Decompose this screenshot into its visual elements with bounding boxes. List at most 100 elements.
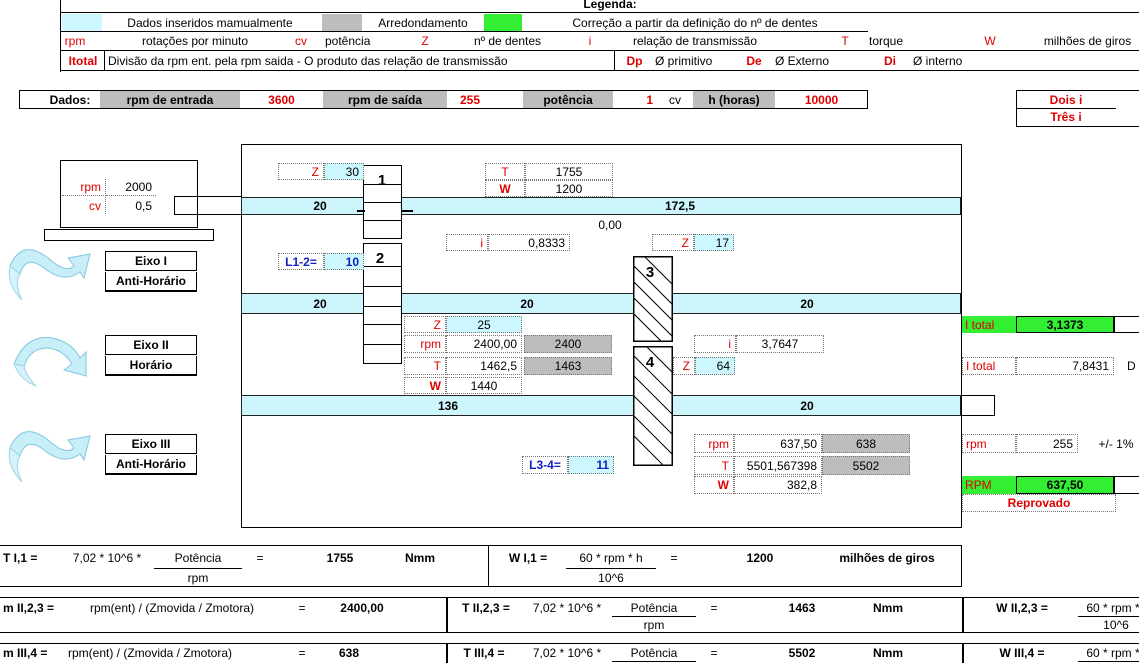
- legend-cv-desc: potência: [325, 33, 371, 48]
- option-dois-i[interactable]: Dois i: [1016, 91, 1116, 108]
- shaft-2-dim-b: 20: [520, 296, 534, 311]
- legend-manual-text: Dados inseridos mamualmente: [127, 15, 293, 30]
- formula-w11-eq: =: [670, 550, 678, 565]
- formula-t23-den: rpm: [643, 618, 665, 632]
- s1-t-label: T: [485, 163, 525, 180]
- formula-t11-const: 7,02 * 10^6 *: [72, 550, 142, 565]
- hours-label: h (horas): [693, 91, 775, 108]
- formula-n34-expr: rpm(ent) / (Zmovida / Zmotora): [67, 646, 233, 660]
- axis-1-direction: Anti-Horário: [105, 272, 197, 292]
- formula-divider: [488, 545, 489, 587]
- axis-2-name: Eixo II: [105, 335, 197, 355]
- result-rpm-label: rpm: [962, 434, 1016, 453]
- s3-rpm-label: rpm: [694, 434, 734, 453]
- formula-t34-const: 7,02 * 10^6 *: [532, 646, 602, 660]
- s3-w-value: 382,8: [734, 476, 822, 494]
- motor-cv-label: cv: [62, 197, 106, 214]
- hours-value[interactable]: 10000: [775, 91, 868, 108]
- formula-w11-val: 1200: [746, 550, 774, 565]
- s2-i-label: i: [694, 335, 736, 353]
- legend-de-sym: De: [746, 53, 762, 68]
- formula-divider: [446, 597, 448, 633]
- s3-t-rounded: 5502: [822, 456, 910, 475]
- motor-base: [44, 229, 214, 241]
- shaft-3-dim-b: 20: [800, 398, 814, 413]
- l12-label: L1-2=: [278, 253, 324, 270]
- legend-correction-text: Correção a partir da definição do nº de …: [572, 15, 818, 30]
- s1-z2-label: Z: [652, 234, 694, 251]
- legend-cv-sym: cv: [295, 33, 307, 48]
- s2-t-label: T: [404, 357, 446, 375]
- formula-divider: [962, 643, 964, 663]
- formula-t11-eq: =: [256, 550, 264, 565]
- formula-t23: T II,2,3 =: [462, 600, 510, 615]
- gear-1-key: [401, 210, 413, 212]
- itotal-1-label: I total: [962, 316, 1016, 333]
- formula-t11-val: 1755: [326, 550, 354, 565]
- shaft-1-right-dim: 172,5: [664, 199, 696, 213]
- arrow-icon-eixo-2: [13, 337, 87, 387]
- axis-2-direction: Horário: [105, 356, 197, 376]
- formula-w34-num: 60 * rpm *: [1086, 646, 1139, 660]
- itotal-2-value: 7,8431: [1016, 357, 1114, 375]
- s2-rpm-label: rpm: [404, 335, 446, 353]
- formula-w11-den: 10^6: [598, 570, 624, 585]
- formula-t11: T I,1 =: [3, 550, 38, 565]
- rpm-out-value[interactable]: 255: [447, 91, 493, 108]
- s2-t-value: 1462,5: [446, 357, 522, 375]
- formula-t11-den: rpm: [187, 570, 209, 585]
- legend-i-sym: i: [588, 33, 592, 48]
- status-badge: Reprovado: [962, 494, 1116, 512]
- formula-t23-unit: Nmm: [872, 600, 903, 615]
- motor-coupling: [174, 196, 242, 215]
- formula-t34: T III,4 =: [463, 646, 505, 660]
- legend-de-desc: Ø Externo: [775, 53, 830, 68]
- power-value[interactable]: 1: [613, 91, 657, 108]
- formula-t23-val: 1463: [788, 600, 816, 615]
- s1-z-value[interactable]: 30: [324, 163, 364, 180]
- legend-di-sym: Di: [884, 53, 896, 68]
- l34-value[interactable]: 11: [568, 456, 614, 474]
- formula-n23: m II,2,3 =: [3, 600, 55, 615]
- formula-w11-unit: milhões de giros: [839, 550, 935, 565]
- s1-w-label: W: [485, 180, 525, 197]
- legend-t-desc: torque: [869, 33, 904, 48]
- formula-n34-eq: =: [298, 646, 306, 660]
- l12-value[interactable]: 10: [324, 253, 364, 270]
- s1-z2-value[interactable]: 17: [694, 234, 734, 251]
- s2-z4-value[interactable]: 64: [695, 357, 735, 375]
- rpm-out-label: rpm de saída: [323, 91, 447, 108]
- gear-1-key: [357, 210, 365, 212]
- power-unit: cv: [669, 92, 681, 107]
- formula-t23-num: Potência: [630, 600, 678, 615]
- legend-rounding-swatch: [322, 14, 362, 31]
- s2-w-label: W: [404, 377, 446, 394]
- formula-w23-num: 60 * rpm *: [1086, 600, 1139, 615]
- motor-cv-value: 0,5: [135, 198, 152, 213]
- s3-rpm-value: 637,50: [734, 434, 822, 453]
- legend-itotal-desc: Divisão da rpm ent. pela rpm saida - O p…: [104, 51, 604, 70]
- legend-correction-swatch: [484, 14, 522, 31]
- itotal-1-value: 3,1373: [1016, 316, 1114, 333]
- formula-w11: W I,1 =: [508, 550, 548, 565]
- s2-z-value[interactable]: 25: [446, 316, 522, 333]
- shaft-3: [241, 395, 961, 416]
- s3-t-value: 5501,567398: [734, 456, 822, 475]
- result-tolerance: +/- 1%: [1098, 436, 1134, 451]
- results-box: [1114, 476, 1139, 494]
- rpm-in-value[interactable]: 3600: [240, 91, 323, 108]
- formula-w34: W III,4 =: [999, 646, 1045, 660]
- option-tres-i[interactable]: Três i: [1016, 108, 1116, 125]
- legend-manual-swatch: [62, 14, 102, 31]
- legend-rule: [60, 70, 1139, 71]
- results-box: [1114, 316, 1139, 333]
- formula-t34-val: 5502: [788, 646, 816, 660]
- formula-w23: W II,2,3 =: [996, 600, 1048, 615]
- formula-t23-const: 7,02 * 10^6 *: [532, 600, 602, 615]
- itotal-2-suffix: D: [1127, 359, 1136, 373]
- s1-i-label: i: [446, 234, 488, 251]
- legend-w-desc: milhões de giros: [1043, 33, 1132, 48]
- s1-i-value: 0,8333: [488, 234, 570, 251]
- s2-rpm-value: 2400,00: [446, 335, 522, 353]
- gear-2-number: 2: [375, 249, 385, 267]
